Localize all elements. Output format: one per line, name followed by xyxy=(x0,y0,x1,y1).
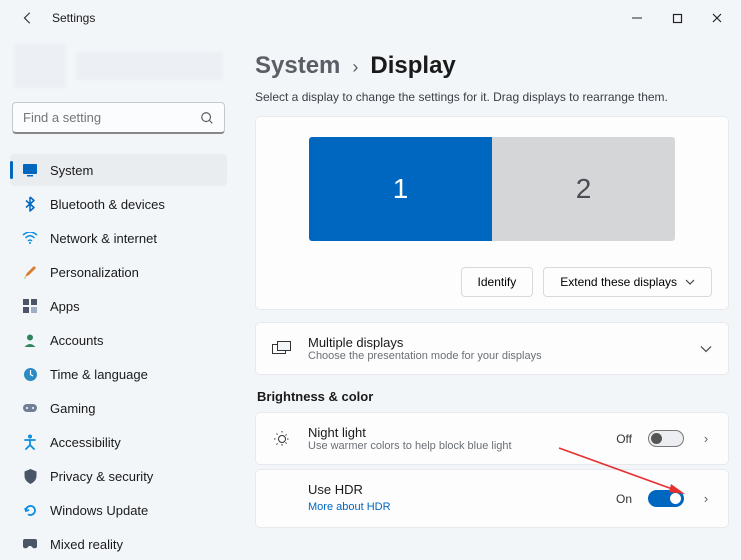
toggle-state-label: On xyxy=(616,492,632,506)
system-icon xyxy=(22,162,38,178)
multiple-displays-row[interactable]: Multiple displays Choose the presentatio… xyxy=(255,322,729,375)
back-button[interactable] xyxy=(18,8,38,28)
sidebar-item-accounts[interactable]: Accounts xyxy=(10,324,227,356)
setting-title: Night light xyxy=(308,425,600,440)
sidebar-item-label: Mixed reality xyxy=(50,537,123,552)
sidebar-item-system[interactable]: System xyxy=(10,154,227,186)
sidebar-item-bluetooth[interactable]: Bluetooth & devices xyxy=(10,188,227,220)
sidebar-item-privacy[interactable]: Privacy & security xyxy=(10,460,227,492)
sidebar-item-accessibility[interactable]: Accessibility xyxy=(10,426,227,458)
night-light-toggle[interactable] xyxy=(648,430,684,447)
user-account-block[interactable] xyxy=(10,42,227,100)
monitor-2[interactable]: 2 xyxy=(492,137,675,241)
sidebar-item-mixed-reality[interactable]: Mixed reality xyxy=(10,528,227,560)
person-icon xyxy=(22,332,38,348)
sidebar-item-label: Privacy & security xyxy=(50,469,153,484)
hdr-toggle[interactable] xyxy=(648,490,684,507)
setting-title: Multiple displays xyxy=(308,335,684,350)
headset-icon xyxy=(22,536,38,552)
section-brightness-color: Brightness & color xyxy=(257,389,729,404)
chevron-right-icon: › xyxy=(352,57,358,78)
avatar xyxy=(14,44,66,88)
search-field[interactable] xyxy=(23,110,200,125)
setting-title: Use HDR xyxy=(308,482,600,497)
wifi-icon xyxy=(22,230,38,246)
bluetooth-icon xyxy=(22,196,38,212)
sidebar-item-label: Windows Update xyxy=(50,503,148,518)
use-hdr-row[interactable]: Use HDR More about HDR On › xyxy=(255,469,729,528)
setting-desc: Choose the presentation mode for your di… xyxy=(308,350,684,362)
chevron-down-icon xyxy=(700,345,712,353)
sidebar-item-personalization[interactable]: Personalization xyxy=(10,256,227,288)
sidebar-item-label: Gaming xyxy=(50,401,96,416)
maximize-button[interactable] xyxy=(657,3,697,33)
apps-icon xyxy=(22,298,38,314)
update-icon xyxy=(22,502,38,518)
extend-displays-dropdown[interactable]: Extend these displays xyxy=(543,267,712,297)
page-title: Display xyxy=(370,52,455,80)
search-input[interactable] xyxy=(12,102,225,134)
sidebar-item-label: Accounts xyxy=(50,333,103,348)
sidebar-item-network[interactable]: Network & internet xyxy=(10,222,227,254)
minimize-button[interactable] xyxy=(617,3,657,33)
sidebar-item-apps[interactable]: Apps xyxy=(10,290,227,322)
sidebar-item-label: Network & internet xyxy=(50,231,157,246)
chevron-right-icon: › xyxy=(700,431,712,446)
sidebar-item-label: Bluetooth & devices xyxy=(50,197,165,212)
page-subtitle: Select a display to change the settings … xyxy=(255,90,729,104)
close-button[interactable] xyxy=(697,3,737,33)
sidebar-item-label: Accessibility xyxy=(50,435,121,450)
identify-button[interactable]: Identify xyxy=(461,267,534,297)
sidebar-item-label: Apps xyxy=(50,299,80,314)
setting-desc: Use warmer colors to help block blue lig… xyxy=(308,440,600,452)
chevron-right-icon: › xyxy=(700,491,712,506)
breadcrumb-parent[interactable]: System xyxy=(255,52,340,80)
window-title: Settings xyxy=(52,11,95,25)
sidebar-item-update[interactable]: Windows Update xyxy=(10,494,227,526)
monitor-1[interactable]: 1 xyxy=(309,137,492,241)
user-name-placeholder xyxy=(76,52,223,80)
sidebar-item-label: Personalization xyxy=(50,265,139,280)
accessibility-icon xyxy=(22,434,38,450)
search-icon xyxy=(200,111,214,125)
sidebar-item-time[interactable]: Time & language xyxy=(10,358,227,390)
display-arrange-card: 1 2 Identify Extend these displays xyxy=(255,116,729,310)
multi-display-icon xyxy=(272,341,292,356)
sidebar-item-label: System xyxy=(50,163,93,178)
chevron-down-icon xyxy=(685,279,695,285)
more-about-hdr-link[interactable]: More about HDR xyxy=(308,501,391,513)
paintbrush-icon xyxy=(22,264,38,280)
night-light-icon xyxy=(272,430,292,448)
night-light-row[interactable]: Night light Use warmer colors to help bl… xyxy=(255,412,729,465)
globe-clock-icon xyxy=(22,366,38,382)
gaming-icon xyxy=(22,400,38,416)
breadcrumb: System › Display xyxy=(255,52,729,80)
toggle-state-label: Off xyxy=(616,432,632,446)
sidebar-item-label: Time & language xyxy=(50,367,148,382)
shield-icon xyxy=(22,468,38,484)
sidebar-item-gaming[interactable]: Gaming xyxy=(10,392,227,424)
